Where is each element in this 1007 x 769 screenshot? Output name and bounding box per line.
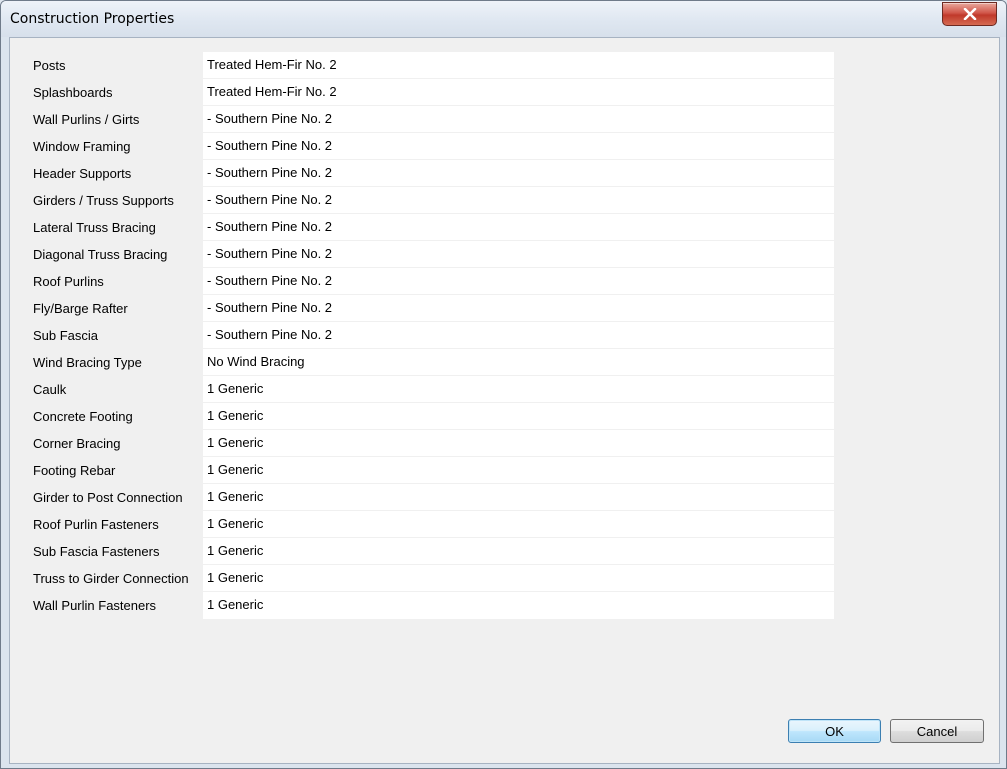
- property-row: Lateral Truss Bracing - Southern Pine No.…: [32, 214, 836, 241]
- property-grid: Posts Treated Hem-Fir No. 2 Splashboards Tr…: [32, 52, 836, 619]
- property-label: Concrete Footing: [33, 409, 133, 424]
- property-row: Posts Treated Hem-Fir No. 2: [32, 52, 836, 79]
- property-label: Wind Bracing Type: [33, 355, 142, 370]
- property-value[interactable]: 1 Generic: [203, 565, 834, 592]
- property-row: Truss to Girder Connection 1 Generic: [32, 565, 836, 592]
- property-row: Splashboards Treated Hem-Fir No. 2: [32, 79, 836, 106]
- property-value[interactable]: 1 Generic: [203, 592, 834, 619]
- property-value[interactable]: Treated Hem-Fir No. 2: [203, 79, 834, 106]
- property-label: Roof Purlins: [33, 274, 104, 289]
- property-value[interactable]: 1 Generic: [203, 376, 834, 403]
- property-value[interactable]: 1 Generic: [203, 511, 834, 538]
- property-label: Roof Purlin Fasteners: [33, 517, 159, 532]
- property-row: Girder to Post Connection 1 Generic: [32, 484, 836, 511]
- property-label: Fly/Barge Rafter: [33, 301, 128, 316]
- property-row: Roof Purlins - Southern Pine No. 2: [32, 268, 836, 295]
- property-row: Caulk 1 Generic: [32, 376, 836, 403]
- property-row: Girders / Truss Supports - Southern Pine …: [32, 187, 836, 214]
- property-row: Wind Bracing Type No Wind Bracing: [32, 349, 836, 376]
- window-title: Construction Properties: [10, 11, 175, 27]
- property-label: Header Supports: [33, 166, 132, 181]
- property-value[interactable]: - Southern Pine No. 2: [203, 160, 834, 187]
- property-value[interactable]: 1 Generic: [203, 403, 834, 430]
- dialog-content: Posts Treated Hem-Fir No. 2 Splashboards Tr…: [9, 37, 1000, 764]
- property-label: Lateral Truss Bracing: [33, 220, 156, 235]
- property-value[interactable]: Treated Hem-Fir No. 2: [203, 52, 834, 79]
- property-row: Roof Purlin Fasteners 1 Generic: [32, 511, 836, 538]
- close-icon: [963, 8, 976, 20]
- property-value[interactable]: - Southern Pine No. 2: [203, 295, 834, 322]
- ok-button[interactable]: OK: [788, 719, 881, 743]
- property-row: Corner Bracing 1 Generic: [32, 430, 836, 457]
- property-label: Diagonal Truss Bracing: [33, 247, 168, 262]
- property-value[interactable]: - Southern Pine No. 2: [203, 214, 834, 241]
- property-value[interactable]: - Southern Pine No. 2: [203, 187, 834, 214]
- property-row: Window Framing - Southern Pine No. 2: [32, 133, 836, 160]
- property-row: Sub Fascia Fasteners 1 Generic: [32, 538, 836, 565]
- property-row: Concrete Footing 1 Generic: [32, 403, 836, 430]
- property-value[interactable]: - Southern Pine No. 2: [203, 241, 834, 268]
- property-value[interactable]: No Wind Bracing: [203, 349, 834, 376]
- property-row: Header Supports - Southern Pine No. 2: [32, 160, 836, 187]
- cancel-button[interactable]: Cancel: [890, 719, 984, 743]
- property-value[interactable]: - Southern Pine No. 2: [203, 268, 834, 295]
- property-label: Sub Fascia: [33, 328, 99, 343]
- property-value[interactable]: - Southern Pine No. 2: [203, 322, 834, 349]
- property-row: Sub Fascia - Southern Pine No. 2: [32, 322, 836, 349]
- property-row: Wall Purlin Fasteners 1 Generic: [32, 592, 836, 619]
- title-bar[interactable]: Construction Properties: [1, 1, 1006, 37]
- property-value[interactable]: 1 Generic: [203, 484, 834, 511]
- property-label: Sub Fascia Fasteners: [33, 544, 160, 559]
- dialog-window: Construction Properties Posts Treated Hem…: [0, 0, 1007, 769]
- property-label: Truss to Girder Connection: [33, 571, 189, 586]
- property-row: Fly/Barge Rafter - Southern Pine No. 2: [32, 295, 836, 322]
- property-value[interactable]: - Southern Pine No. 2: [203, 106, 834, 133]
- property-label: Wall Purlin Fasteners: [33, 598, 157, 613]
- property-value[interactable]: 1 Generic: [203, 538, 834, 565]
- property-row: Footing Rebar 1 Generic: [32, 457, 836, 484]
- property-label: Corner Bracing: [33, 436, 121, 451]
- property-row: Diagonal Truss Bracing - Southern Pine No…: [32, 241, 836, 268]
- property-label: Window Framing: [33, 139, 131, 154]
- property-label: Footing Rebar: [33, 463, 116, 478]
- close-button[interactable]: [942, 2, 997, 26]
- property-value[interactable]: - Southern Pine No. 2: [203, 133, 834, 160]
- property-label: Girder to Post Connection: [33, 490, 183, 505]
- property-label: Posts: [33, 58, 66, 73]
- property-label: Caulk: [33, 382, 67, 397]
- property-label: Wall Purlins / Girts: [33, 112, 140, 127]
- property-row: Wall Purlins / Girts - Southern Pine No. …: [32, 106, 836, 133]
- property-label: Splashboards: [33, 85, 113, 100]
- property-label: Girders / Truss Supports: [33, 193, 174, 208]
- property-value[interactable]: 1 Generic: [203, 430, 834, 457]
- property-value[interactable]: 1 Generic: [203, 457, 834, 484]
